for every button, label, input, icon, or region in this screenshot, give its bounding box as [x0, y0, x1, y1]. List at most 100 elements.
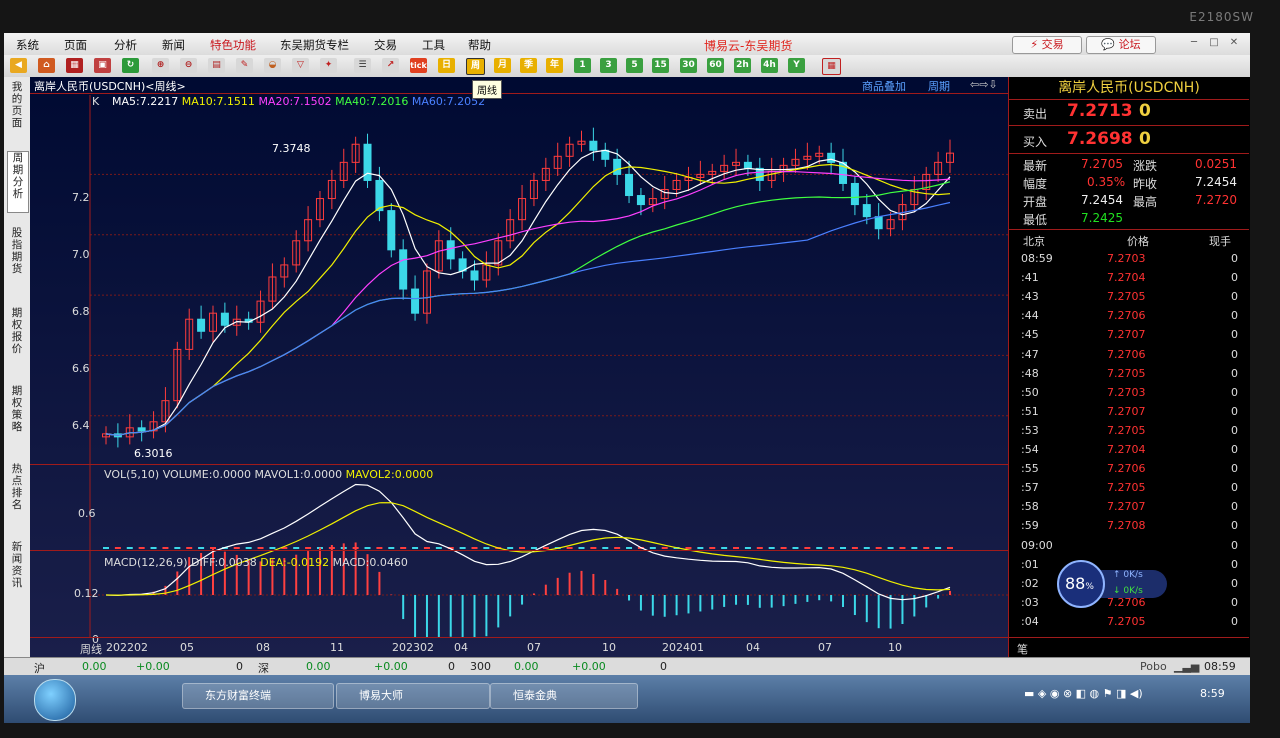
tab-hot-ranking[interactable]: 热点排名 — [7, 463, 27, 523]
tick-row: :41 7.2704 0 — [1009, 269, 1249, 288]
period-60m-button[interactable]: 60 — [707, 58, 724, 73]
chart-icon[interactable]: ▤ — [208, 58, 225, 73]
tab-period-analysis[interactable]: 周期分析 — [7, 151, 29, 213]
tab-trades[interactable]: 笔 — [1017, 641, 1028, 657]
tick-time: :53 — [1021, 423, 1039, 437]
tab-option-strategy[interactable]: 期权策略 — [7, 385, 27, 445]
tick-price: 7.2705 — [1107, 290, 1146, 304]
ma-line — [105, 201, 951, 437]
volume-bar — [269, 547, 276, 549]
tick-chart-icon[interactable]: tick — [410, 58, 427, 73]
tick-qty: 0 — [1231, 557, 1238, 571]
menu-analysis[interactable]: 分析 — [114, 37, 137, 53]
period-week-button[interactable]: 周 — [466, 58, 485, 75]
period-4h-button[interactable]: 4h — [761, 58, 778, 73]
app-title: 博易云-东吴期货 — [704, 39, 793, 53]
network-download: ↓ 0K/s — [1113, 586, 1143, 596]
macd-pane-divider — [30, 550, 1008, 551]
tab-my-page[interactable]: 我的页面 — [7, 81, 27, 141]
menu-system[interactable]: 系统 — [16, 37, 39, 53]
period-quarter-button[interactable]: 季 — [520, 58, 537, 73]
y-tick-label: 7.0 — [72, 248, 90, 261]
menu-help[interactable]: 帮助 — [468, 37, 491, 53]
period-2h-button[interactable]: 2h — [734, 58, 751, 73]
trend-icon[interactable]: ↗ — [382, 58, 399, 73]
menu-features[interactable]: 特色功能 — [210, 37, 256, 53]
kline-chart-panel[interactable]: 离岸人民币(USDCNH)<周线> 商品叠加 周期 ⇦⇨⇩ K MA5:7.22… — [30, 77, 1008, 657]
tab-option-quotes[interactable]: 期权报价 — [7, 307, 27, 367]
task-hengtai[interactable]: 恒泰金典 — [490, 683, 638, 709]
period-year-button[interactable]: 年 — [546, 58, 563, 73]
latest-value: 7.2705 — [1081, 157, 1123, 171]
menu-trade[interactable]: 交易 — [374, 37, 397, 53]
x-axis: 周线 202202 05 08 11 202302 04 07 10 20240… — [30, 637, 1008, 658]
candle-body — [387, 210, 396, 251]
home-icon[interactable]: ⌂ — [38, 58, 55, 73]
volume-bar — [198, 547, 205, 549]
tick-time: :47 — [1021, 347, 1039, 361]
period-custom-button[interactable]: Y — [788, 58, 805, 73]
tick-row: :48 7.2705 0 — [1009, 365, 1249, 384]
tab-index-futures[interactable]: 股指期货 — [7, 227, 27, 287]
period-3m-button[interactable]: 3 — [600, 58, 617, 73]
volume-bar — [530, 547, 537, 549]
tick-header: 北京 价格 现手 — [1009, 231, 1249, 250]
filter-icon[interactable]: ▽ — [292, 58, 309, 73]
volume-bar — [721, 547, 728, 549]
volume-bar — [614, 547, 621, 549]
period-month-button[interactable]: 月 — [494, 58, 511, 73]
window-icon[interactable]: ▣ — [94, 58, 111, 73]
low-price-label: 6.3016 — [134, 447, 173, 460]
open-label: 开盘 — [1023, 195, 1048, 209]
volume-bar — [863, 547, 870, 549]
volume-bar — [851, 547, 858, 549]
tick-price: 7.2705 — [1107, 366, 1146, 380]
prev-close-value: 7.2454 — [1195, 175, 1237, 189]
zoom-out-icon[interactable]: ⊖ — [180, 58, 197, 73]
period-1m-button[interactable]: 1 — [574, 58, 591, 73]
high-value: 7.2720 — [1195, 193, 1237, 207]
volume-bar — [780, 547, 787, 549]
refresh-icon[interactable]: ↻ — [122, 58, 139, 73]
menu-page[interactable]: 页面 — [64, 37, 87, 53]
task-eastmoney[interactable]: 东方财富终端 — [182, 683, 334, 709]
volume-bar — [602, 547, 609, 549]
close-button[interactable]: ✕ — [1224, 36, 1244, 50]
index300-value: 0.00 — [514, 660, 539, 673]
period-15m-button[interactable]: 15 — [652, 58, 669, 73]
task-boyi[interactable]: 博易大师 — [336, 683, 490, 709]
back-icon[interactable]: ◀ — [10, 58, 27, 73]
list-icon[interactable]: ☰ — [354, 58, 371, 73]
grid-icon[interactable]: ▦ — [66, 58, 83, 73]
calendar-icon[interactable]: ▦ — [822, 58, 841, 75]
magic-icon[interactable]: ✦ — [320, 58, 337, 73]
start-button[interactable] — [34, 679, 76, 721]
sell-label: 卖出 — [1023, 107, 1048, 121]
tick-price: 7.2706 — [1107, 309, 1146, 323]
zoom-in-icon[interactable]: ⊕ — [152, 58, 169, 73]
volume-pane-divider — [30, 464, 1008, 465]
sz-label: 深 — [258, 662, 269, 675]
tick-qty: 0 — [1231, 347, 1238, 361]
pobo-brand: Pobo — [1140, 660, 1167, 673]
tick-qty: 0 — [1231, 462, 1238, 476]
menu-tools[interactable]: 工具 — [422, 37, 445, 53]
network-upload: ↑ 0K/s — [1113, 570, 1143, 580]
forum-button[interactable]: 💬 论坛 — [1086, 36, 1156, 54]
trade-button[interactable]: ⚡ 交易 — [1012, 36, 1082, 54]
screen: 系统 页面 分析 新闻 特色功能 东吴期货专栏 交易 工具 帮助 博易云-东吴期… — [4, 33, 1250, 723]
menu-dongwu-column[interactable]: 东吴期货专栏 — [280, 37, 349, 53]
menu-news[interactable]: 新闻 — [162, 37, 185, 53]
period-5m-button[interactable]: 5 — [626, 58, 643, 73]
tick-time: :57 — [1021, 481, 1039, 495]
period-day-button[interactable]: 日 — [438, 58, 455, 73]
period-30m-button[interactable]: 30 — [680, 58, 697, 73]
taskbar-clock: 8:59 — [1200, 687, 1225, 700]
brush-icon[interactable]: ◒ — [264, 58, 281, 73]
tray-icons[interactable]: ▬ ◈ ◉ ⊗ ◧ ◍ ⚑ ◨ ◀) — [1024, 687, 1143, 700]
tick-qty: 0 — [1231, 271, 1238, 285]
minimize-button[interactable]: ─ — [1184, 36, 1204, 50]
maximize-button[interactable]: □ — [1204, 36, 1224, 50]
tab-news[interactable]: 新闻资讯 — [7, 541, 27, 601]
pencil-icon[interactable]: ✎ — [236, 58, 253, 73]
